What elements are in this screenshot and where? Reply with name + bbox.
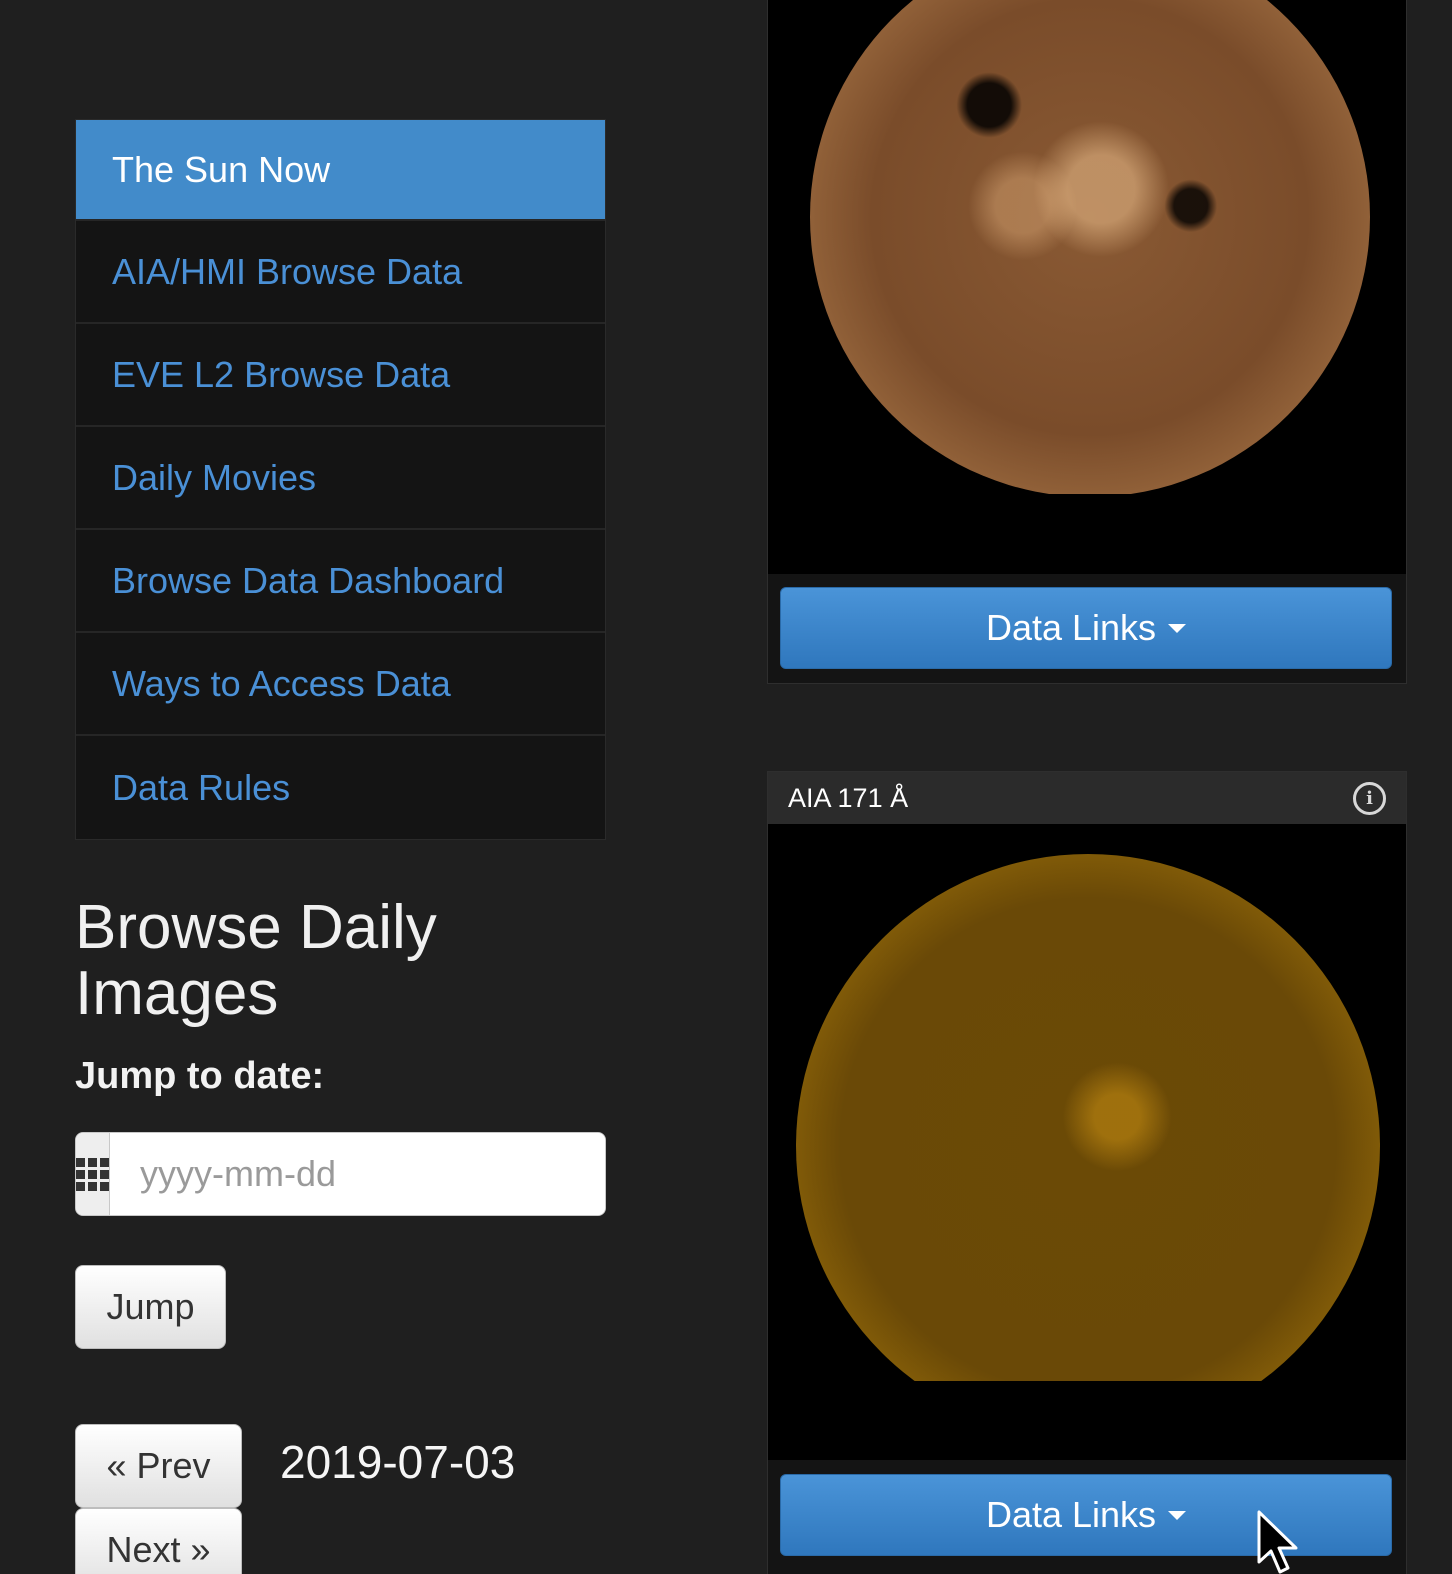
next-button[interactable]: Next » [75,1508,242,1574]
browse-heading: Browse Daily Images [75,893,437,1028]
panel-title: AIA 171 Å [788,782,909,813]
current-date: 2019-07-03 [280,1436,516,1488]
nav-item-browse-data-dashboard[interactable]: Browse Data Dashboard [76,530,605,633]
date-input[interactable] [110,1133,605,1215]
calendar-button[interactable] [76,1133,110,1215]
nav-item-data-rules[interactable]: Data Rules [76,736,605,839]
prev-button[interactable]: « Prev [75,1424,242,1508]
data-links-label: Data Links [985,1494,1157,1535]
data-links-button[interactable]: Data Links [780,587,1392,669]
mouse-cursor-icon [1257,1510,1298,1574]
nav-item-ways-to-access-data[interactable]: Ways to Access Data [76,633,605,736]
jump-to-date-label: Jump to date: [75,1055,325,1097]
page: The Sun Now AIA/HMI Browse Data EVE L2 B… [0,0,1452,1574]
sun-image-193[interactable] [768,0,1406,574]
nav-item-eve-l2-browse-data[interactable]: EVE L2 Browse Data [76,324,605,427]
nav-item-the-sun-now[interactable]: The Sun Now [76,120,605,221]
data-links-label: Data Links [985,607,1157,648]
info-icon[interactable]: i [1353,781,1386,815]
caret-down-icon [1168,1510,1187,1520]
image-panel-aia-193: Data Links [767,0,1407,684]
nav-item-daily-movies[interactable]: Daily Movies [76,427,605,530]
sun-image-171[interactable] [768,824,1406,1460]
jump-button[interactable]: Jump [75,1265,226,1349]
calendar-grid-icon [76,1157,109,1191]
caret-down-icon [1168,623,1187,633]
sun-disk-image [810,0,1370,497]
image-panel-aia-171: AIA 171 Å i Data Links [767,771,1407,1574]
date-picker-group [75,1132,606,1216]
panel-header: AIA 171 Å i [768,772,1406,824]
sidebar-nav: The Sun Now AIA/HMI Browse Data EVE L2 B… [75,119,606,840]
nav-item-aia-hmi-browse-data[interactable]: AIA/HMI Browse Data [76,221,605,324]
sun-disk-image [796,854,1380,1438]
